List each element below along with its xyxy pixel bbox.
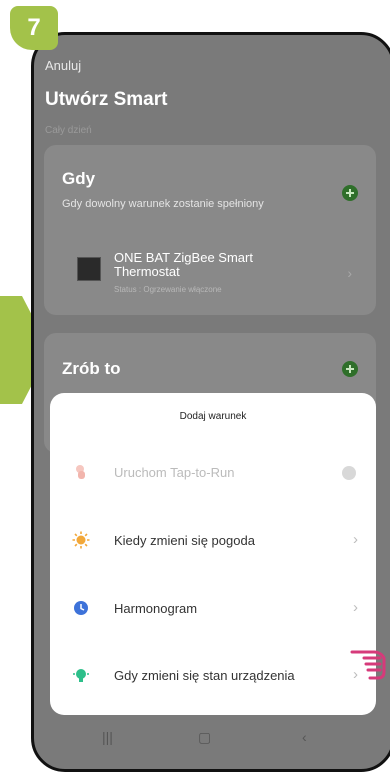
option-label: Uruchom Tap-to-Run [114,465,235,480]
when-heading: Gdy [62,169,96,188]
thermostat-icon [77,257,101,281]
device-status: Status : Ogrzewanie włączone [114,285,222,294]
sun-icon [72,531,90,549]
schedule-subtitle: Cały dzień [45,125,92,136]
info-icon[interactable] [342,466,356,480]
plus-icon [346,189,354,197]
option-tap-to-run[interactable]: Uruchom Tap-to-Run [50,459,376,489]
step-number-badge: 7 [10,6,58,50]
device-name: ONE BAT ZigBee Smart Thermostat [114,250,253,279]
condition-device-row[interactable]: ONE BAT ZigBee Smart Thermostat Status :… [62,245,362,305]
hand-pointer-icon [350,650,386,680]
hand-tap-icon [76,465,85,479]
screen: Anuluj Utwórz Smart Cały dzień Gdy Gdy d… [34,35,390,769]
back-icon[interactable]: ‹ [302,729,307,745]
device-state-icon [73,669,89,682]
option-weather[interactable]: Kiedy zmieni się pogoda › [50,527,376,557]
option-device-state[interactable]: Gdy zmieni się stan urządzenia › [50,662,376,692]
clock-icon [74,601,88,615]
chevron-right-icon: › [353,599,358,616]
option-label: Harmonogram [114,601,198,616]
system-nav-bar: ||| ▢ ‹ [34,725,390,755]
add-condition-sheet: Dodaj warunek Uruchom Tap-to-Run Kiedy z… [50,393,376,715]
plus-icon [346,365,354,373]
option-label: Kiedy zmieni się pogoda [114,533,255,548]
add-action-button[interactable] [342,361,358,377]
cancel-button[interactable]: Anuluj [45,58,81,73]
recent-apps-icon[interactable]: ||| [102,729,113,745]
phone-frame: Anuluj Utwórz Smart Cały dzień Gdy Gdy d… [31,32,390,772]
add-condition-button[interactable] [342,185,358,201]
option-schedule[interactable]: Harmonogram › [50,595,376,625]
chevron-right-icon: › [347,265,352,281]
when-description[interactable]: Gdy dowolny warunek zostanie spełniony [62,198,264,210]
option-label: Gdy zmieni się stan urządzenia [114,668,295,683]
sheet-title: Dodaj warunek [179,411,247,422]
do-heading: Zrób to [62,359,121,378]
when-card: Gdy Gdy dowolny warunek zostanie spełnio… [44,145,376,315]
home-icon[interactable]: ▢ [198,729,211,746]
page-title: Utwórz Smart [45,89,168,110]
chevron-right-icon: › [353,531,358,548]
